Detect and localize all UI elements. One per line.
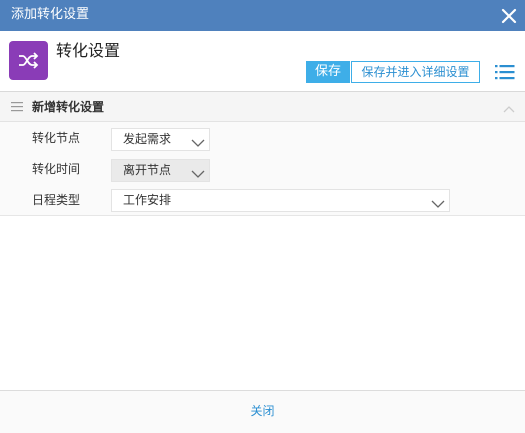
chevron-down-icon: [431, 195, 445, 216]
conversion-node-value: 发起需求: [123, 132, 172, 146]
shuffle-icon: [9, 41, 48, 80]
dialog-titlebar: 添加转化设置: [0, 0, 525, 31]
dialog-title: 添加转化设置: [11, 7, 90, 22]
conversion-node-select[interactable]: 发起需求: [111, 128, 210, 151]
save-button[interactable]: 保存: [306, 61, 350, 83]
schedule-type-select[interactable]: 工作安排: [111, 189, 450, 212]
chevron-down-icon: [191, 134, 205, 155]
footer-close: 关闭: [0, 402, 525, 420]
field-label-schedule-type: 日程类型: [32, 193, 81, 207]
close-icon[interactable]: [499, 6, 519, 26]
save-and-detail-button[interactable]: 保存并进入详细设置: [351, 61, 480, 83]
conversion-time-value: 离开节点: [123, 163, 172, 177]
page-title: 转化设置: [56, 41, 121, 60]
schedule-type-value: 工作安排: [123, 193, 172, 207]
section-title: 新增转化设置: [32, 100, 105, 114]
field-label-conversion-time: 转化时间: [32, 162, 81, 176]
field-label-conversion-node: 转化节点: [32, 131, 81, 145]
list-menu-icon[interactable]: [494, 63, 516, 81]
section-lines-icon: [11, 101, 23, 115]
conversion-time-select: 离开节点: [111, 159, 210, 182]
close-button[interactable]: 关闭: [250, 404, 274, 418]
chevron-down-icon: [191, 165, 205, 186]
form-divider: [0, 215, 525, 216]
section-header: 新增转化设置: [0, 92, 525, 122]
chevron-up-icon[interactable]: [503, 102, 515, 116]
